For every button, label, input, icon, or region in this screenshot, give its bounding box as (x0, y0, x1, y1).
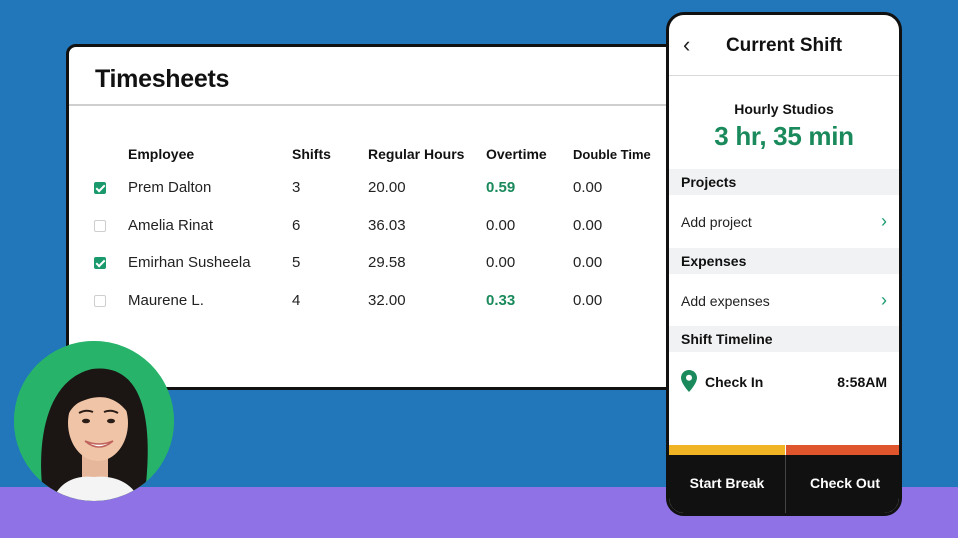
employee-name: Amelia Rinat (128, 217, 214, 234)
row-checkbox[interactable] (94, 182, 106, 194)
shifts-value: 6 (292, 217, 301, 234)
column-header-employee[interactable]: Employee (128, 146, 194, 162)
shifts-value: 3 (292, 179, 301, 196)
overtime-value: 0.59 (486, 179, 516, 196)
avatar (14, 341, 174, 501)
start-break-button[interactable]: Start Break (669, 455, 785, 513)
company-name: Hourly Studios (734, 101, 834, 117)
column-header-shifts[interactable]: Shifts (292, 146, 331, 162)
shifts-value: 4 (292, 292, 301, 309)
chevron-right-icon: › (881, 290, 887, 310)
regular-hours-value: 20.00 (368, 179, 406, 196)
double-time-value: 0.00 (573, 217, 603, 234)
row-checkbox[interactable] (94, 220, 106, 232)
section-projects: Projects (669, 169, 899, 195)
break-accent-bar (669, 445, 785, 455)
overtime-value: 0.00 (486, 217, 516, 234)
shifts-value: 5 (292, 254, 301, 271)
shift-duration: 3 hr, 35 min (714, 121, 854, 151)
chevron-right-icon: › (881, 211, 887, 231)
row-checkbox[interactable] (94, 295, 106, 307)
checkin-row: Check In 8:58AM (669, 365, 899, 399)
overtime-value: 0.33 (486, 292, 516, 309)
add-project-row[interactable]: Add project › (669, 201, 899, 245)
section-expenses-label: Expenses (681, 253, 747, 269)
table-row[interactable]: Prem Dalton 3 20.00 0.59 0.00 (69, 173, 703, 203)
section-timeline-label: Shift Timeline (681, 331, 773, 347)
column-header-regular-hours[interactable]: Regular Hours (368, 146, 464, 162)
overtime-value: 0.00 (486, 254, 516, 271)
phone-title: Current Shift (725, 35, 843, 56)
section-shift-timeline: Shift Timeline (669, 326, 899, 352)
timesheets-card: Timesheets Employee Shifts Regular Hours… (66, 44, 706, 390)
section-projects-label: Projects (681, 174, 737, 190)
section-expenses: Expenses (669, 248, 899, 274)
regular-hours-value: 29.58 (368, 254, 406, 271)
employee-name: Emirhan Susheela (128, 254, 251, 271)
checkout-accent-bar (786, 445, 899, 455)
double-time-value: 0.00 (573, 254, 603, 271)
person-portrait-icon (14, 341, 174, 501)
employee-name: Prem Dalton (128, 179, 212, 196)
location-pin-icon (681, 370, 697, 392)
employee-name: Maurene L. (128, 292, 204, 309)
column-header-double-time[interactable]: Double Time (573, 147, 651, 162)
checkin-label: Check In (705, 374, 764, 390)
table-row[interactable]: Emirhan Susheela 5 29.58 0.00 0.00 (69, 248, 703, 278)
add-expenses-row[interactable]: Add expenses › (669, 280, 899, 324)
title-divider (69, 104, 703, 106)
checkin-time: 8:58AM (837, 374, 887, 390)
column-header-overtime[interactable]: Overtime (486, 146, 547, 162)
regular-hours-value: 36.03 (368, 217, 406, 234)
table-row[interactable]: Amelia Rinat 6 36.03 0.00 0.00 (69, 211, 703, 241)
double-time-value: 0.00 (573, 292, 603, 309)
add-expenses-label: Add expenses (681, 293, 770, 309)
add-project-label: Add project (681, 214, 752, 230)
double-time-value: 0.00 (573, 179, 603, 196)
check-out-button[interactable]: Check Out (786, 455, 899, 513)
timesheets-title: Timesheets (95, 65, 230, 93)
phone-current-shift: ‹ Current Shift Hourly Studios 3 hr, 35 … (666, 12, 902, 516)
phone-header: ‹ Current Shift (669, 15, 899, 76)
regular-hours-value: 32.00 (368, 292, 406, 309)
table-row[interactable]: Maurene L. 4 32.00 0.33 0.00 (69, 286, 703, 316)
row-checkbox[interactable] (94, 257, 106, 269)
